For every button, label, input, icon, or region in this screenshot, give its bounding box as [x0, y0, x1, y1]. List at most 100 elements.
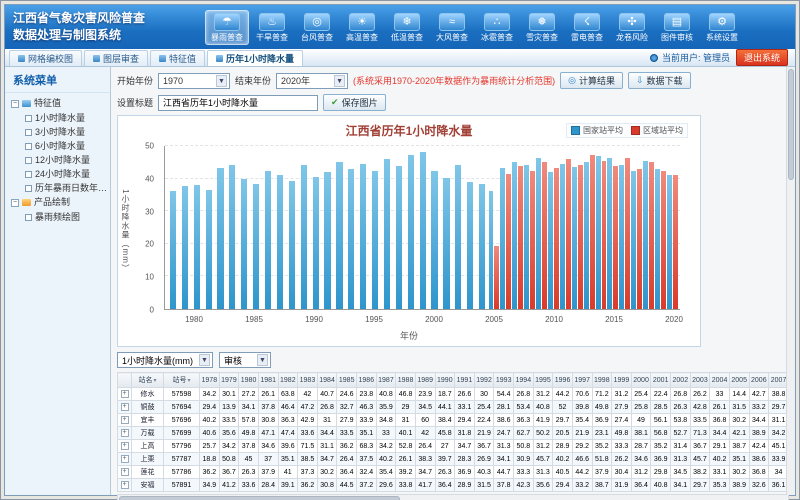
tree-item-12小时降水量[interactable]: 12小时降水量: [11, 153, 108, 167]
save-image-button[interactable]: ✔ 保存图片: [323, 94, 386, 111]
tree-item-label: 24小时降水量: [35, 167, 90, 181]
value-cell: 39.8: [572, 401, 592, 414]
expand-icon[interactable]: +: [121, 390, 129, 398]
checkbox-icon[interactable]: [25, 214, 32, 221]
expand-icon[interactable]: +: [121, 468, 129, 476]
checkbox-icon[interactable]: [25, 157, 32, 164]
horizontal-scrollbar-thumb[interactable]: [119, 496, 400, 500]
download-button[interactable]: ⇩ 数据下载: [628, 72, 691, 89]
review-icon: ▤: [664, 13, 690, 31]
bar-national-2004: [479, 184, 485, 309]
expand-icon[interactable]: +: [121, 481, 129, 489]
expand-cell[interactable]: +: [118, 427, 132, 440]
expand-icon[interactable]: +: [121, 403, 129, 411]
expand-cell[interactable]: +: [118, 401, 132, 414]
value-cell: 40.8: [533, 401, 553, 414]
bar-regional-2014: [602, 161, 607, 309]
checkbox-icon[interactable]: [25, 171, 32, 178]
value-cell: 31.2: [533, 388, 553, 401]
tab-2[interactable]: 特征值: [150, 50, 205, 66]
nav-item-snow[interactable]: ❅雪灾普查: [520, 11, 564, 44]
start-year-label: 开始年份: [117, 74, 153, 87]
tree-item-label: 3小时降水量: [35, 125, 85, 139]
value-cell: 21.9: [572, 427, 592, 440]
lightning-icon: ☇: [574, 13, 600, 31]
nav-item-drought[interactable]: ♨干旱普查: [250, 11, 294, 44]
value-cell: 40.2: [200, 414, 220, 427]
checkbox-icon[interactable]: [25, 143, 32, 150]
station-id-cell: 57598: [164, 388, 200, 401]
tree-folder-产品绘制[interactable]: −产品绘制: [11, 195, 108, 210]
tree-folder-特征值[interactable]: −特征值: [11, 96, 108, 111]
nav-item-typhoon[interactable]: ◎台风普查: [295, 11, 339, 44]
vertical-scrollbar-thumb[interactable]: [788, 69, 794, 180]
value-cell: 24.6: [337, 388, 357, 401]
tree-item-历年暴雨日数年平均分布图[interactable]: 历年暴雨日数年平均分布图: [11, 181, 108, 195]
tab-3[interactable]: 历年1小时降水量: [207, 50, 303, 66]
value-cell: 44.2: [572, 466, 592, 479]
expand-cell[interactable]: +: [118, 440, 132, 453]
value-cell: 33.3: [514, 466, 534, 479]
end-year-select[interactable]: 2020年 ▼: [276, 73, 348, 89]
bar-group-2000: [429, 146, 441, 309]
expand-cell[interactable]: +: [118, 479, 132, 492]
value-cell: 18.8: [200, 453, 220, 466]
nav-item-review[interactable]: ▤图件审核: [655, 11, 699, 44]
tab-0[interactable]: 网格编校图: [9, 50, 82, 66]
nav-item-lightning[interactable]: ☇雷电普查: [565, 11, 609, 44]
bar-national-2006: [500, 168, 505, 309]
logout-button[interactable]: 退出系统: [736, 49, 788, 66]
value-cell: 45.7: [690, 453, 710, 466]
expand-icon[interactable]: +: [121, 442, 129, 450]
bar-group-2003: [464, 146, 476, 309]
value-cell: 31.3: [494, 440, 514, 453]
checkbox-icon[interactable]: [25, 115, 32, 122]
name-column-header[interactable]: 站名: [132, 373, 164, 388]
expand-cell[interactable]: +: [118, 453, 132, 466]
tree-item-3小时降水量[interactable]: 3小时降水量: [11, 125, 108, 139]
end-year-value: 2020年: [281, 74, 310, 87]
tree-item-1小时降水量[interactable]: 1小时降水量: [11, 111, 108, 125]
audit-select[interactable]: 审核 ▼: [219, 352, 271, 368]
expand-icon[interactable]: +: [121, 455, 129, 463]
tree-item-暴雨频绘图[interactable]: 暴雨频绘图: [11, 210, 108, 224]
nav-item-hail[interactable]: ∴冰雹普查: [475, 11, 519, 44]
value-cell: 46.4: [278, 401, 298, 414]
measure-select[interactable]: 1小时降水量(mm) ▼: [117, 352, 213, 368]
tree-toggle-icon[interactable]: −: [11, 199, 19, 207]
id-column-header[interactable]: 站号: [164, 373, 200, 388]
bar-regional-2016: [625, 158, 630, 309]
expand-icon[interactable]: +: [121, 416, 129, 424]
horizontal-scrollbar[interactable]: [117, 494, 789, 500]
tornado-icon: ✣: [619, 13, 645, 31]
value-cell: 49.8: [592, 401, 612, 414]
value-cell: 60: [415, 414, 435, 427]
expand-cell[interactable]: +: [118, 414, 132, 427]
nav-item-sun[interactable]: ☀高温普查: [340, 11, 384, 44]
tab-1[interactable]: 图层审查: [84, 50, 148, 66]
value-cell: 36.8: [749, 466, 769, 479]
bar-regional-2012: [578, 165, 583, 309]
expand-cell[interactable]: +: [118, 388, 132, 401]
value-cell: 35.2: [651, 440, 671, 453]
nav-item-rain[interactable]: ☂暴雨普查: [205, 10, 249, 45]
checkbox-icon[interactable]: [25, 129, 32, 136]
expand-icon[interactable]: +: [121, 429, 129, 437]
value-cell: 28.1: [494, 401, 514, 414]
sidebar-title: 系统菜单: [5, 67, 110, 93]
tree-toggle-icon[interactable]: −: [11, 100, 19, 108]
nav-item-cold[interactable]: ❄低温普查: [385, 11, 429, 44]
start-year-select[interactable]: 1970 ▼: [158, 73, 230, 89]
tree-item-6小时降水量[interactable]: 6小时降水量: [11, 139, 108, 153]
vertical-scrollbar[interactable]: [786, 67, 795, 495]
nav-item-wind[interactable]: ≈大风普查: [430, 11, 474, 44]
nav-item-tornado[interactable]: ✣龙卷风险: [610, 11, 654, 44]
expand-cell[interactable]: +: [118, 466, 132, 479]
tree-item-24小时降水量[interactable]: 24小时降水量: [11, 167, 108, 181]
chart-title-input[interactable]: [158, 95, 318, 111]
checkbox-icon[interactable]: [25, 185, 32, 192]
nav-item-settings[interactable]: ⚙系统设置: [700, 11, 744, 44]
value-cell: 33: [710, 388, 730, 401]
calculate-button[interactable]: ◎ 计算结果: [560, 72, 623, 89]
cold-icon: ❄: [394, 13, 420, 31]
